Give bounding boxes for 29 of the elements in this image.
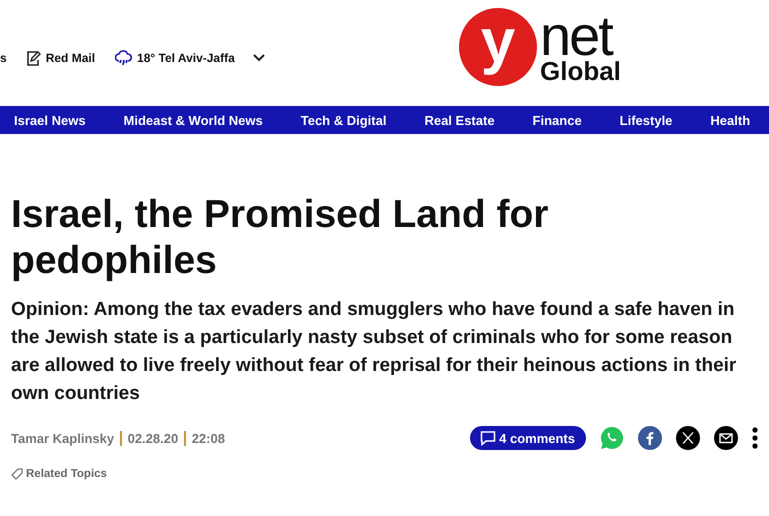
publish-time: 22:08 bbox=[192, 430, 225, 446]
nav-link[interactable]: s bbox=[0, 51, 7, 65]
nav-link[interactable]: Mideast & World News bbox=[124, 112, 263, 128]
rain-cloud-icon[interactable] bbox=[115, 50, 132, 66]
facebook-icon[interactable] bbox=[638, 426, 662, 450]
nav-link[interactable]: Real Estate bbox=[424, 112, 495, 128]
more-icon[interactable] bbox=[752, 427, 758, 449]
nav-link[interactable]: Israel News bbox=[14, 112, 86, 128]
article-title: Israel, the Promised Land for pedophiles bbox=[11, 192, 550, 284]
comment-icon[interactable] bbox=[480, 430, 496, 446]
nav-link[interactable]: Health bbox=[710, 112, 750, 128]
tag-icon bbox=[11, 468, 23, 480]
nav-link[interactable]: Tech & Digital bbox=[300, 112, 386, 128]
publish-date: 02.28.20 bbox=[128, 430, 178, 446]
mail-link[interactable]: Red Mail bbox=[46, 51, 96, 65]
email-icon[interactable] bbox=[714, 426, 738, 450]
nav-link[interactable]: Finance bbox=[532, 112, 582, 128]
nav-link[interactable]: Lifestyle bbox=[620, 112, 672, 128]
author-name[interactable]: Tamar Kaplinsky bbox=[11, 430, 114, 446]
related-topics-label[interactable]: Related Topics bbox=[26, 468, 107, 480]
edition-label: Global bbox=[540, 60, 621, 82]
chevron-down-icon[interactable] bbox=[252, 54, 265, 62]
x-icon[interactable] bbox=[676, 426, 700, 450]
comments-button[interactable]: 4 comments bbox=[470, 426, 586, 450]
logo-mark[interactable]: y bbox=[459, 8, 537, 86]
edit-icon[interactable] bbox=[26, 50, 41, 66]
article-subtitle: Opinion: Among the tax evaders and smugglers who have found a safe haven in the Jewish state is a particularly nasty subset of criminals who for some reason are allowed to live freely without fear of reprisal for their heinous actions in their own countries bbox=[11, 298, 738, 406]
weather-link[interactable]: 18° Tel Aviv-Jaffa bbox=[137, 51, 235, 65]
logo-text[interactable]: net bbox=[540, 12, 621, 60]
